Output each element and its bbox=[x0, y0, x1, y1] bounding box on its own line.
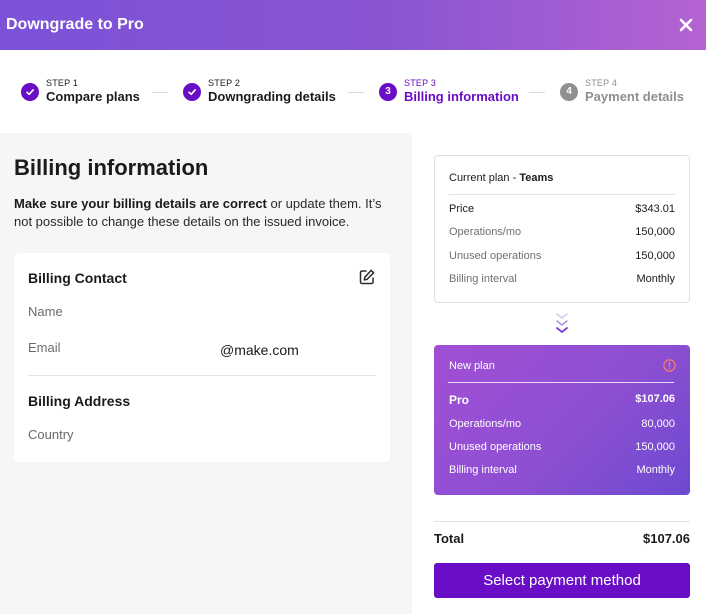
modal-title: Downgrade to Pro bbox=[6, 16, 144, 33]
current-plan-name: Teams bbox=[519, 172, 554, 184]
row-label: Operations/mo bbox=[449, 418, 522, 430]
row-label: Unused operations bbox=[449, 441, 542, 453]
total-row: Total $107.06 bbox=[434, 531, 690, 546]
row-value: 150,000 bbox=[635, 250, 675, 262]
info-icon[interactable] bbox=[663, 359, 676, 372]
step-connector bbox=[152, 92, 168, 93]
current-plan-row: Operations/mo 150,000 bbox=[449, 226, 675, 238]
step-number: 3 bbox=[379, 82, 397, 101]
current-plan-heading: Current plan - Teams bbox=[449, 172, 553, 184]
billing-description: Make sure your billing details are corre… bbox=[14, 195, 394, 231]
page-title: Billing information bbox=[14, 155, 209, 180]
divider bbox=[449, 194, 675, 195]
stepper: STEP 1 Compare plans STEP 2 Downgrading … bbox=[0, 50, 706, 133]
email-value: @make.com bbox=[220, 342, 299, 358]
step-connector bbox=[529, 92, 545, 93]
edit-icon[interactable] bbox=[358, 268, 376, 286]
new-plan-price: $107.06 bbox=[635, 393, 675, 405]
current-plan-card: Current plan - Teams Price $343.01 Opera… bbox=[434, 155, 690, 303]
step-payment-details[interactable]: 4 STEP 4 Payment details bbox=[560, 78, 684, 105]
new-plan-row: Pro $107.06 bbox=[449, 393, 675, 407]
current-plan-row: Unused operations 150,000 bbox=[449, 250, 675, 262]
name-label: Name bbox=[28, 304, 63, 319]
divider bbox=[448, 382, 674, 383]
step-connector bbox=[348, 92, 364, 93]
billing-panel: Billing information Make sure your billi… bbox=[0, 133, 412, 614]
step-label: Billing information bbox=[404, 89, 519, 104]
email-label: Email bbox=[28, 340, 61, 355]
step-label: Payment details bbox=[585, 89, 684, 104]
select-payment-method-button[interactable]: Select payment method bbox=[434, 563, 690, 598]
check-icon bbox=[183, 82, 201, 101]
new-plan-row: Billing interval Monthly bbox=[449, 464, 675, 476]
row-label: Unused operations bbox=[449, 250, 542, 262]
new-plan-label: New plan bbox=[449, 360, 495, 372]
new-plan-row: Operations/mo 80,000 bbox=[449, 418, 675, 430]
row-value: 150,000 bbox=[635, 226, 675, 238]
row-label: Operations/mo bbox=[449, 226, 522, 238]
new-plan-row: Unused operations 150,000 bbox=[449, 441, 675, 453]
total-label: Total bbox=[434, 531, 465, 546]
row-value: $343.01 bbox=[635, 203, 675, 215]
billing-details-card: Billing Contact Name Email @make.com Bil… bbox=[14, 253, 390, 462]
step-compare-plans[interactable]: STEP 1 Compare plans bbox=[21, 78, 140, 105]
step-kicker: STEP 2 bbox=[208, 78, 241, 88]
close-icon[interactable] bbox=[676, 15, 696, 35]
row-label: Billing interval bbox=[449, 464, 517, 476]
current-plan-label: Current plan - bbox=[449, 172, 520, 184]
check-icon bbox=[21, 82, 39, 101]
row-value: 80,000 bbox=[641, 418, 675, 430]
step-downgrading-details[interactable]: STEP 2 Downgrading details bbox=[183, 78, 336, 105]
step-label: Downgrading details bbox=[208, 89, 336, 104]
divider bbox=[434, 521, 690, 522]
step-kicker: STEP 3 bbox=[404, 78, 437, 88]
current-plan-row: Price $343.01 bbox=[449, 203, 675, 215]
modal-header: Downgrade to Pro bbox=[0, 0, 706, 50]
row-label: Price bbox=[449, 203, 475, 215]
billing-description-bold: Make sure your billing details are corre… bbox=[14, 196, 267, 211]
row-label: Billing interval bbox=[449, 273, 517, 285]
new-plan-name: Pro bbox=[449, 393, 470, 407]
row-value: 150,000 bbox=[635, 441, 675, 453]
billing-contact-heading: Billing Contact bbox=[28, 270, 127, 286]
country-label: Country bbox=[28, 427, 74, 442]
step-kicker: STEP 4 bbox=[585, 78, 618, 88]
divider bbox=[28, 375, 376, 376]
new-plan-card: New plan Pro $107.06 Operations/mo 80,00… bbox=[434, 345, 690, 495]
billing-address-heading: Billing Address bbox=[28, 393, 131, 409]
current-plan-row: Billing interval Monthly bbox=[449, 273, 675, 285]
row-value: Monthly bbox=[636, 464, 675, 476]
total-value: $107.06 bbox=[643, 531, 690, 546]
step-label: Compare plans bbox=[46, 89, 140, 104]
plan-summary-panel: Current plan - Teams Price $343.01 Opera… bbox=[412, 133, 706, 614]
step-kicker: STEP 1 bbox=[46, 78, 79, 88]
step-number: 4 bbox=[560, 82, 578, 101]
chevron-down-icon bbox=[556, 313, 568, 333]
step-billing-information[interactable]: 3 STEP 3 Billing information bbox=[379, 78, 519, 105]
row-value: Monthly bbox=[636, 273, 675, 285]
